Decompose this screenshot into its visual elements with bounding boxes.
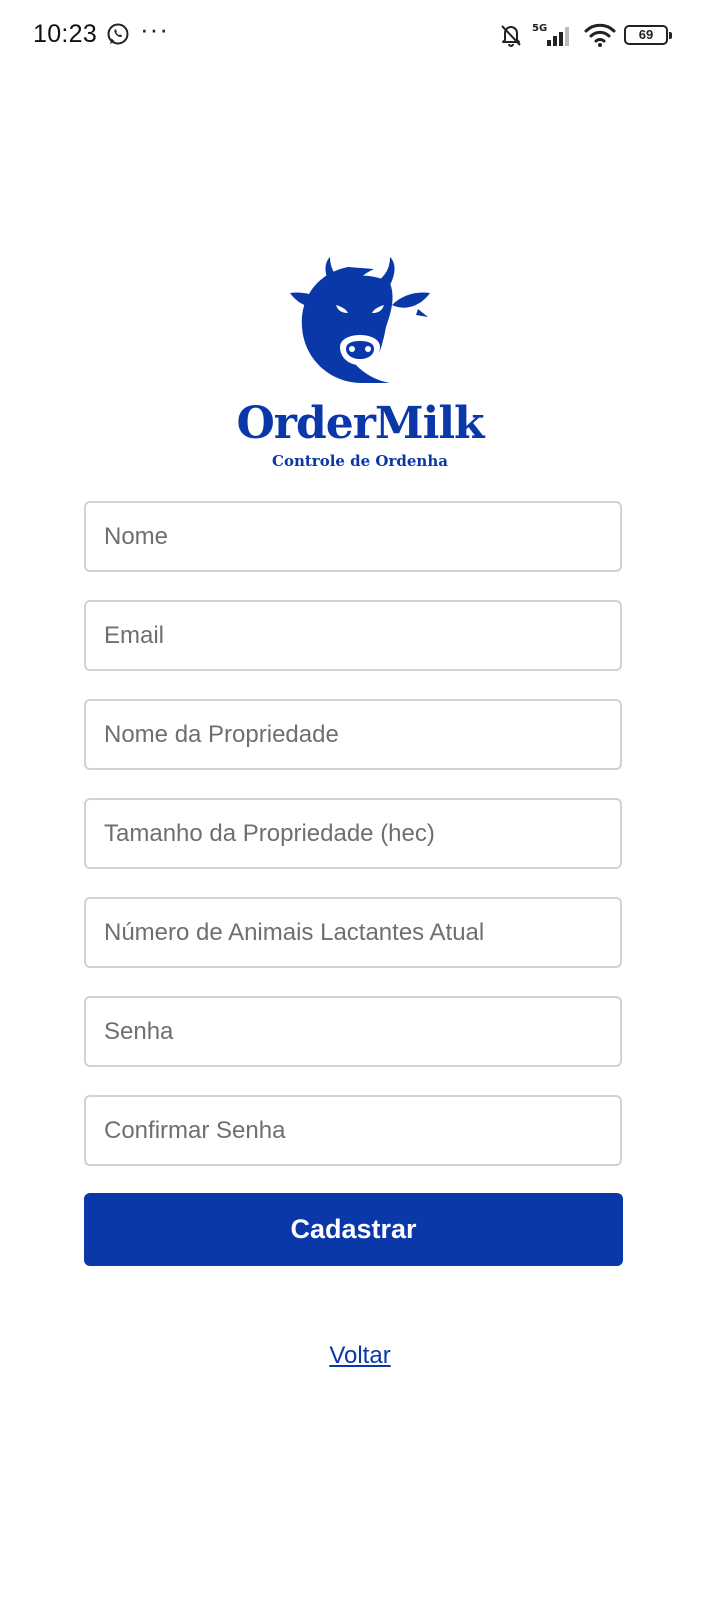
name-input[interactable] <box>84 501 622 572</box>
whatsapp-icon <box>107 23 129 45</box>
cow-head-icon <box>290 257 430 383</box>
wifi-icon <box>584 23 616 47</box>
status-time: 10:23 <box>33 20 98 48</box>
property-name-input[interactable] <box>84 699 622 770</box>
property-size-input[interactable] <box>84 798 622 869</box>
lactating-animals-input[interactable] <box>84 897 622 968</box>
battery-icon: 69 <box>624 25 672 45</box>
battery-level: 69 <box>638 27 654 42</box>
confirm-password-input[interactable] <box>84 1095 622 1166</box>
app-logo: OrderMilk Controle de Ordenha <box>0 255 720 470</box>
password-input[interactable] <box>84 996 622 1067</box>
network-label: 5G <box>532 23 547 34</box>
brand-name: OrderMilk <box>236 398 484 449</box>
signal-icon: 5G <box>532 23 569 46</box>
brand-tagline: Controle de Ordenha <box>272 452 448 470</box>
status-icons: 5G 69 <box>498 20 672 50</box>
back-link[interactable]: Voltar <box>0 1342 720 1370</box>
email-input[interactable] <box>84 600 622 671</box>
more-icon: ··· <box>140 14 169 44</box>
signup-form <box>84 501 622 1194</box>
bell-off-icon <box>501 25 521 47</box>
register-button[interactable]: Cadastrar <box>84 1193 623 1266</box>
status-bar: 10:23 ··· 5G 69 <box>0 0 720 72</box>
